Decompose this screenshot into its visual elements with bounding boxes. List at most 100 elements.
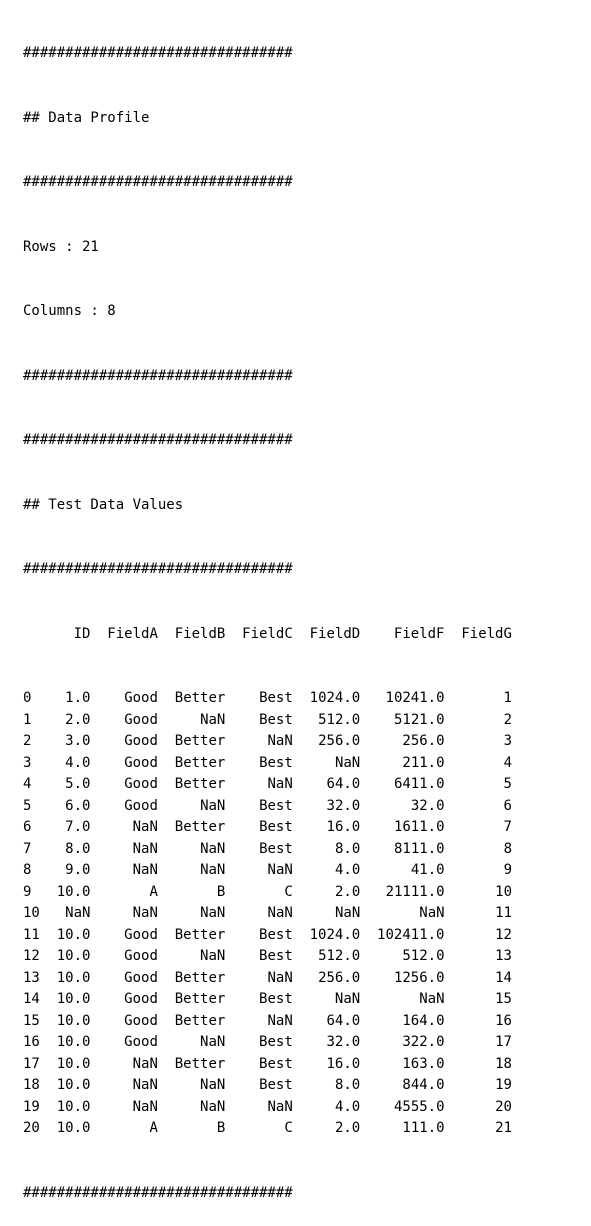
table-cell: NaN	[267, 1098, 293, 1115]
table-cell: Better	[174, 969, 226, 986]
data-profile-heading: ## Data Profile	[23, 109, 150, 126]
table-cell: NaN	[132, 840, 158, 857]
table-cell: 2.0	[334, 1120, 361, 1136]
table-row: 20 10.0 A B C 2.0 111.0 21	[23, 1118, 512, 1140]
table-cell: 10.0	[56, 1055, 91, 1072]
table-row: 13 10.0 Good Better NaN 256.0 1256.0 14	[23, 968, 512, 990]
table-cell: 8111.0	[393, 840, 445, 857]
table-cell: NaN	[267, 1012, 293, 1029]
table-cell: 322.0	[402, 1034, 445, 1050]
table-cell: 10241.0	[385, 690, 445, 706]
table-cell: Best	[259, 926, 293, 943]
table-cell: 64.0	[326, 776, 361, 792]
rows-count: Rows : 21	[23, 238, 99, 255]
table-cell: 4.0	[65, 754, 91, 771]
table-cell: NaN	[200, 711, 226, 728]
table-cell: 2	[503, 711, 512, 728]
separator-line: ################################	[23, 174, 293, 190]
table-body: 0 1.0 Good Better Best 1024.0 10241.0 11…	[23, 688, 512, 1140]
row-index: 9	[23, 883, 32, 900]
table-cell: 111.0	[402, 1120, 445, 1136]
row-index: 2	[23, 733, 32, 749]
table-cell: 32.0	[326, 1034, 361, 1050]
table-row: 14 10.0 Good Better Best NaN NaN 15	[23, 989, 512, 1011]
row-index: 5	[23, 797, 32, 814]
table-cell: Best	[259, 1055, 293, 1072]
columns-count: Columns : 8	[23, 303, 116, 319]
table-cell: NaN	[132, 1098, 158, 1115]
table-cell: 4	[503, 754, 512, 771]
table-cell: 10.0	[56, 926, 91, 943]
table-cell: 9	[503, 862, 513, 878]
table-row: 4 5.0 Good Better NaN 64.0 6411.0 5	[23, 774, 512, 796]
table-cell: 64.0	[326, 1012, 361, 1029]
table-cell: 256.0	[318, 969, 361, 986]
table-row: 19 10.0 NaN NaN NaN 4.0 4555.0 20	[23, 1097, 512, 1119]
row-index: 17	[23, 1055, 40, 1072]
table-cell: NaN	[200, 797, 226, 814]
table-row: 10 NaN NaN NaN NaN NaN NaN 11	[23, 903, 512, 925]
table-cell: 10.0	[56, 1077, 91, 1093]
table-cell: 10.0	[56, 1034, 91, 1050]
table-cell: NaN	[267, 733, 293, 749]
table-cell: 10.0	[56, 1098, 91, 1115]
table-cell: B	[216, 883, 226, 900]
table-cell: Best	[259, 819, 293, 835]
table-cell: Better	[174, 1055, 226, 1072]
table-cell: Best	[259, 840, 293, 857]
table-cell: 211.0	[402, 754, 445, 771]
table-cell: NaN	[267, 905, 293, 921]
table-cell: NaN	[419, 991, 445, 1007]
row-index: 10	[23, 905, 40, 921]
table-row: 3 4.0 Good Better Best NaN 211.0 4	[23, 753, 512, 775]
table-cell: 1256.0	[393, 969, 445, 986]
table-row: 7 8.0 NaN NaN Best 8.0 8111.0 8	[23, 839, 512, 861]
table-cell: 15	[495, 991, 512, 1007]
table-cell: 16.0	[326, 1055, 361, 1072]
table-cell: 1611.0	[393, 819, 445, 835]
table-cell: 6411.0	[393, 776, 445, 792]
table-cell: Better	[174, 819, 226, 835]
table-cell: 512.0	[318, 948, 361, 964]
table-cell: 32.0	[326, 797, 361, 814]
table-cell: 5.0	[65, 776, 91, 792]
table-cell: 8	[503, 840, 513, 857]
table-row: 8 9.0 NaN NaN NaN 4.0 41.0 9	[23, 860, 512, 882]
table-cell: 10.0	[56, 991, 91, 1007]
table-cell: NaN	[267, 969, 293, 986]
table-row: 6 7.0 NaN Better Best 16.0 1611.0 7	[23, 817, 512, 839]
table-header: ID FieldA FieldB FieldC FieldD FieldF Fi…	[23, 624, 512, 646]
table-cell: NaN	[132, 1055, 158, 1072]
column-header: FieldB	[174, 625, 226, 642]
table-cell: Better	[174, 733, 226, 749]
table-cell: 2.0	[334, 883, 361, 900]
separator-line: ################################	[23, 45, 293, 61]
table-cell: 10	[495, 883, 513, 900]
table-cell: 19	[495, 1077, 512, 1093]
table-cell: 512.0	[318, 711, 361, 728]
table-cell: 4555.0	[393, 1098, 445, 1115]
table-row: 17 10.0 NaN Better Best 16.0 163.0 18	[23, 1054, 512, 1076]
row-index: 12	[23, 948, 40, 964]
table-cell: Best	[259, 1077, 293, 1093]
table-cell: 1024.0	[309, 690, 361, 706]
table-cell: 16	[495, 1012, 512, 1029]
table-cell: 844.0	[402, 1077, 445, 1093]
table-cell: C	[284, 883, 293, 900]
table-cell: Better	[174, 754, 226, 771]
table-cell: 1024.0	[309, 926, 361, 943]
table-cell: Best	[259, 711, 293, 728]
column-header: FieldC	[242, 625, 293, 642]
table-cell: 7.0	[65, 819, 91, 835]
table-cell: 11	[495, 905, 513, 921]
table-cell: Good	[124, 797, 158, 814]
table-cell: 10.0	[56, 969, 91, 986]
table-cell: 17	[495, 1034, 512, 1050]
table-cell: C	[284, 1120, 293, 1136]
table-cell: 1	[503, 690, 512, 706]
separator-line: ################################	[23, 432, 293, 448]
table-cell: NaN	[334, 754, 361, 771]
table-cell: 4.0	[334, 1098, 361, 1115]
table-cell: 21	[495, 1120, 512, 1136]
row-index: 11	[23, 926, 40, 943]
